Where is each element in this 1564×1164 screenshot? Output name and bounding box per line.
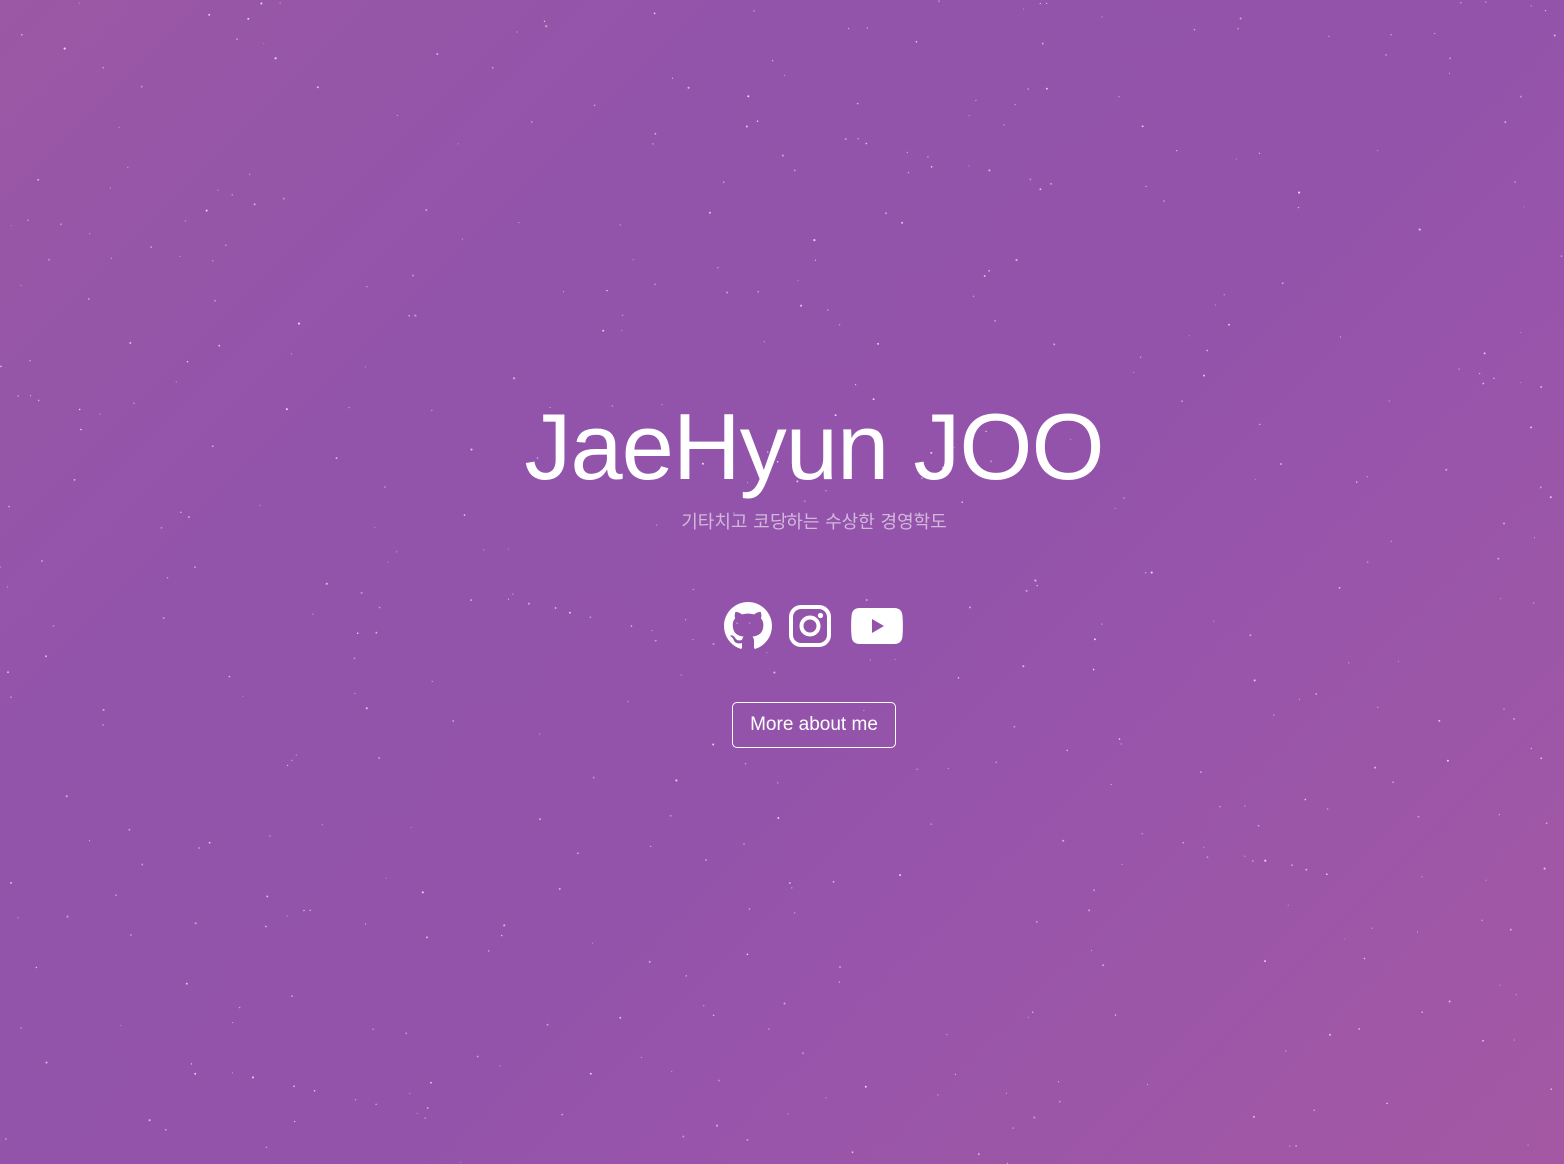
github-link[interactable] xyxy=(724,602,772,650)
page-subtitle: 기타치고 코딩하는 수상한 경영학도 xyxy=(681,512,947,533)
instagram-link[interactable] xyxy=(788,604,832,648)
github-icon xyxy=(724,602,772,649)
youtube-icon xyxy=(851,608,903,644)
hero-section: JaeHyun JOO 기타치고 코딩하는 수상한 경영학도 More abou… xyxy=(0,0,1564,1164)
more-about-me-button[interactable]: More about me xyxy=(732,702,896,748)
page-title: JaeHyun JOO xyxy=(524,394,1104,499)
social-links xyxy=(724,601,904,651)
instagram-icon xyxy=(789,605,831,647)
youtube-link[interactable] xyxy=(850,606,904,646)
